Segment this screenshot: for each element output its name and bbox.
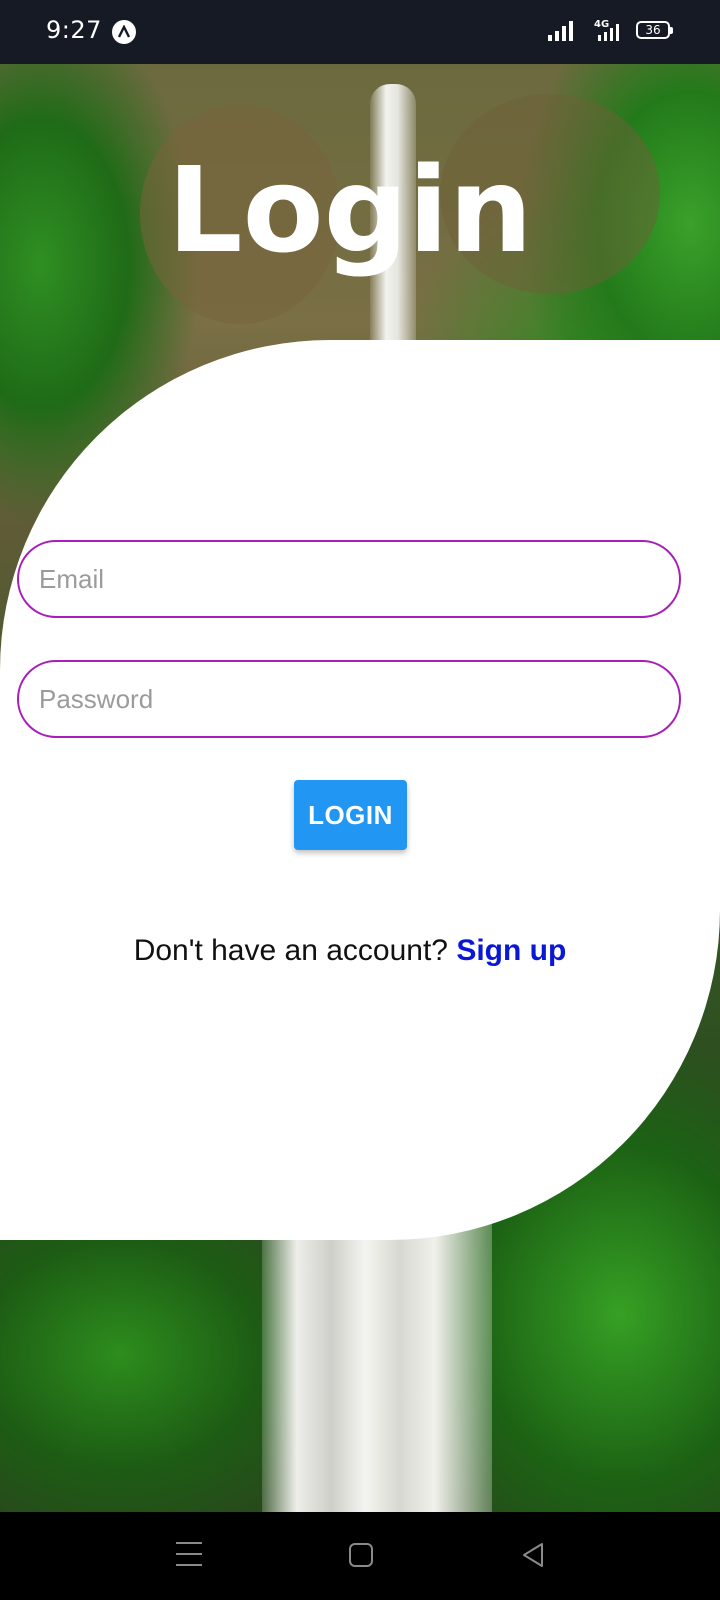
back-icon[interactable] <box>520 1542 546 1568</box>
waterfall-lower <box>262 1214 492 1512</box>
login-button[interactable]: LOGIN <box>294 780 407 850</box>
signup-link[interactable]: Sign up <box>456 934 566 967</box>
system-nav-bar <box>0 1512 720 1600</box>
email-field[interactable] <box>17 540 681 618</box>
signal-4g-icon <box>598 24 619 41</box>
app-notification-icon <box>112 20 136 44</box>
signup-prompt: Don't have an account? Sign up <box>0 934 700 968</box>
signal-icon <box>548 21 573 41</box>
status-bar: 9:27 4G 36 <box>0 0 720 64</box>
status-time: 9:27 <box>46 16 102 44</box>
no-account-text: Don't have an account? <box>133 934 448 967</box>
battery-icon: 36 <box>636 21 673 39</box>
page-title: Login <box>167 141 533 279</box>
home-icon[interactable] <box>348 1542 374 1568</box>
password-field[interactable] <box>17 660 681 738</box>
menu-icon[interactable] <box>176 1540 202 1568</box>
